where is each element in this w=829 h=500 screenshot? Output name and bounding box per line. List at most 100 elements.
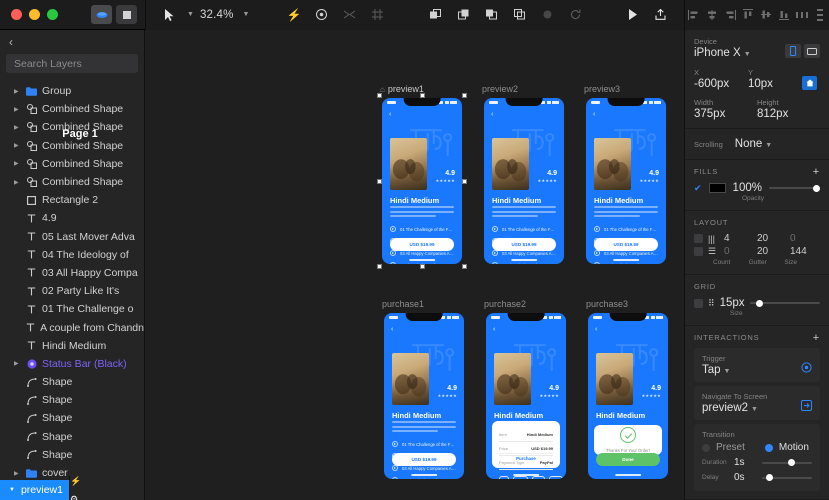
layer-row[interactable]: ▶4.9 <box>0 209 144 227</box>
artboard-label[interactable]: preview3 <box>584 84 620 94</box>
track-item[interactable]: 01 The Challenge of the Future <box>594 226 658 232</box>
columns-checkbox[interactable] <box>694 234 703 243</box>
phone-screen[interactable]: ‹ 4.9 ★★★★★ Hindi Medium 01 The Challenge of… <box>484 98 564 264</box>
rows-checkbox[interactable] <box>694 247 703 256</box>
track-item[interactable]: 04 The Ideology of Competition <box>594 262 658 264</box>
navigate-box[interactable]: Navigate To Screen preview2 ▼ <box>694 386 820 420</box>
back-arrow-icon[interactable]: ‹ <box>593 111 595 118</box>
cloud-icon[interactable] <box>91 5 112 24</box>
search-input[interactable]: Search Layers <box>6 54 138 73</box>
play-icon[interactable] <box>492 262 498 264</box>
flow-icon[interactable] <box>337 4 363 26</box>
layer-row[interactable]: ▶03 All Happy Compa <box>0 264 144 282</box>
duration-slider[interactable] <box>762 458 812 468</box>
phone-screen[interactable]: ‹ 4.9 ★★★★★ Hindi Medium 01 The Challenge of… <box>586 98 666 264</box>
delay-slider[interactable] <box>762 473 812 483</box>
play-icon[interactable] <box>594 262 600 264</box>
chevron-left-icon[interactable]: ‹ <box>9 35 13 49</box>
disclosure-triangle-icon[interactable]: ▶ <box>14 179 21 186</box>
disclosure-triangle-icon[interactable]: ▶ <box>14 360 21 367</box>
trigger-box[interactable]: Trigger Tap ▼ <box>694 348 820 382</box>
play-icon[interactable] <box>620 4 646 26</box>
layer-row[interactable]: ▶ Combined Shape <box>0 100 144 118</box>
duration-value[interactable]: 1s <box>734 457 756 468</box>
artboard-label[interactable]: purchase2 <box>484 299 526 309</box>
columns-gutter[interactable]: 20 <box>754 233 787 244</box>
disclosure-triangle-icon[interactable]: ▶ <box>14 88 21 95</box>
chevron-down-icon[interactable]: ▼ <box>9 487 15 493</box>
grid-icon[interactable] <box>116 5 137 24</box>
delay-row[interactable]: Delay 0s <box>702 472 812 483</box>
rows-size[interactable]: 144 <box>787 246 820 257</box>
layout-columns-row[interactable]: ||| 4 20 0 <box>694 233 820 244</box>
width-value[interactable]: 375px <box>694 108 757 120</box>
phone-screen[interactable]: ‹ 4.9 ★★★★★ Hindi Medium Thanks For Your Ord… <box>588 313 668 479</box>
delay-value[interactable]: 0s <box>734 472 756 483</box>
y-value[interactable]: 10px <box>748 78 802 90</box>
duplicate-icon[interactable] <box>422 4 448 26</box>
columns-size[interactable]: 0 <box>787 233 820 244</box>
track-item[interactable]: 01 The Challenge of the Future <box>492 226 556 232</box>
track-item[interactable]: 01 The Challenge of the Future <box>390 226 454 232</box>
minimize-icon[interactable] <box>29 9 40 20</box>
payment-card-visa[interactable]: VISAVisa <box>499 476 510 479</box>
buy-button[interactable]: USD $19.99 <box>492 238 556 251</box>
align-right-icon[interactable] <box>724 9 737 20</box>
grid-checkbox[interactable] <box>694 298 703 308</box>
artboard-purchase3[interactable]: purchase3 ‹ 4.9 ★★★★★ Hindi Medium Thanks For… <box>586 299 670 481</box>
plus-icon[interactable]: + <box>813 332 820 343</box>
cursor-tool-icon[interactable] <box>156 4 182 26</box>
back-arrow-icon[interactable]: ‹ <box>389 111 391 118</box>
grid-size-value[interactable]: 15px <box>720 297 745 309</box>
canvas[interactable]: ⌂ preview1 ‹ 4.9 ★★★★★ Hindi Medium 01 The Cha… <box>145 30 684 500</box>
track-item[interactable]: 04 The Ideology of Competition <box>392 477 456 479</box>
align-center-h-icon[interactable] <box>706 9 719 20</box>
plus-icon[interactable]: + <box>813 166 820 177</box>
height-value[interactable]: 812px <box>757 108 820 120</box>
layer-row[interactable]: ▶ Status Bar (Black) <box>0 355 144 373</box>
zoom-icon[interactable] <box>47 9 58 20</box>
rotate-icon[interactable] <box>562 4 588 26</box>
paste-icon[interactable] <box>478 4 504 26</box>
track-item[interactable]: 04 The Ideology of Competition <box>390 262 454 264</box>
layout-rows-row[interactable]: ☰ 0 20 144 <box>694 246 820 257</box>
artboard-label[interactable]: preview2 <box>482 84 518 94</box>
distribute-h-icon[interactable] <box>796 9 809 20</box>
artboard-preview1[interactable]: ⌂ preview1 ‹ 4.9 ★★★★★ Hindi Medium 01 The Cha… <box>377 84 467 269</box>
play-icon[interactable] <box>392 441 398 447</box>
layer-row[interactable]: ▶Shape <box>0 428 144 446</box>
align-bottom-icon[interactable] <box>778 9 791 20</box>
layer-row[interactable]: ▶05 Last Mover Adva <box>0 228 144 246</box>
back-arrow-icon[interactable]: ‹ <box>493 326 495 333</box>
layer-row[interactable]: ▶ Combined Shape <box>0 173 144 191</box>
back-arrow-icon[interactable]: ‹ <box>491 111 493 118</box>
play-icon[interactable] <box>390 262 396 264</box>
share-icon[interactable] <box>648 4 674 26</box>
copy-icon[interactable] <box>450 4 476 26</box>
window-traffic-lights[interactable] <box>0 9 91 20</box>
disclosure-triangle-icon[interactable]: ▶ <box>14 470 21 477</box>
play-icon[interactable] <box>594 226 600 232</box>
layer-row[interactable]: ▶ cover <box>0 464 144 480</box>
phone-landscape-icon[interactable] <box>804 44 820 58</box>
fill-opacity-value[interactable]: 100% <box>733 182 762 194</box>
home-screen-icon[interactable] <box>802 76 817 90</box>
close-icon[interactable] <box>11 9 22 20</box>
layer-row[interactable]: ▶Shape <box>0 373 144 391</box>
selected-artboard-row[interactable]: ▼ preview1 ⚡ ⚙ <box>0 475 144 500</box>
motion-radio[interactable] <box>764 443 773 452</box>
payment-card-amex[interactable]: AMEXAmex <box>532 476 545 479</box>
phone-portrait-icon[interactable] <box>785 44 801 58</box>
disclosure-triangle-icon[interactable]: ▶ <box>14 160 21 167</box>
payment-card-paypal[interactable]: PayPalPayPal <box>548 476 563 479</box>
artboard-purchase1[interactable]: purchase1 ‹ 4.9 ★★★★★ Hindi Medium 01 The Cha… <box>382 299 466 481</box>
layers-icon[interactable] <box>506 4 532 26</box>
align-left-icon[interactable] <box>688 9 701 20</box>
layer-row[interactable]: ▶ Group <box>0 82 144 100</box>
lightning-icon[interactable]: ⚡ <box>281 4 307 26</box>
tool-dropdown-caret-icon[interactable]: ▼ <box>187 11 194 18</box>
zoom-level-label[interactable]: 32.4% <box>196 9 238 21</box>
back-arrow-icon[interactable]: ‹ <box>595 326 597 333</box>
preset-radio[interactable] <box>702 443 710 452</box>
distribute-v-icon[interactable] <box>814 8 827 21</box>
